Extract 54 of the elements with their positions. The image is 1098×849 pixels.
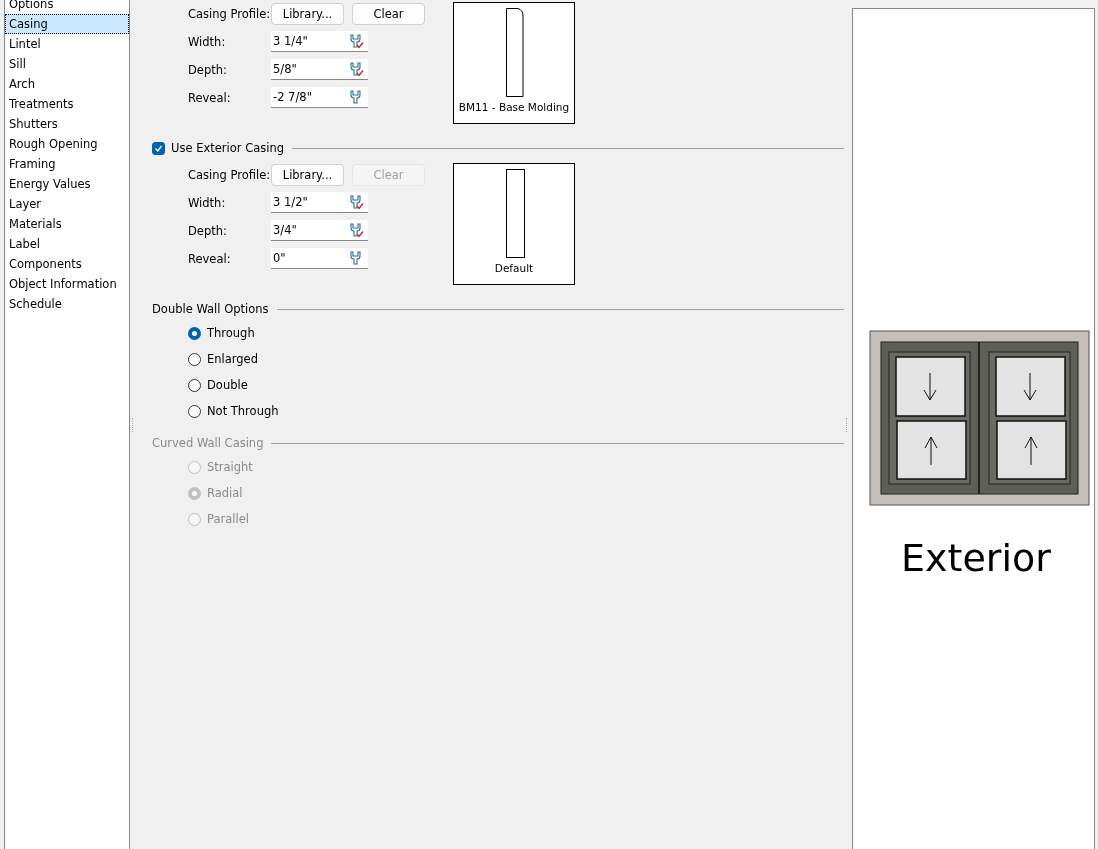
splitter-grip[interactable] (846, 417, 850, 432)
input-field[interactable]: 3/4" (271, 220, 368, 241)
input-field[interactable]: 0" (271, 248, 368, 269)
input-field[interactable]: 5/8" (271, 59, 368, 80)
radio-button[interactable] (188, 404, 201, 418)
library-button[interactable]: Library... (271, 2, 344, 25)
input-field[interactable]: -2 7/8" (271, 87, 368, 108)
input-field[interactable]: 3 1/4" (271, 31, 368, 52)
sidebar-item[interactable]: Layer (5, 194, 129, 214)
sidebar-item[interactable]: Casing (5, 14, 129, 34)
radio-label: Through (207, 326, 255, 340)
section-title: Double Wall Options (152, 302, 269, 316)
field-label: Reveal: (188, 251, 232, 266)
checkmark-icon (154, 143, 163, 153)
clear-button[interactable]: Clear (352, 2, 425, 25)
field-label: Width: (188, 34, 227, 49)
sidebar-item[interactable]: Schedule (5, 294, 129, 314)
sidebar-item[interactable]: Framing (5, 154, 129, 174)
radio-label: Enlarged (207, 352, 258, 366)
sidebar-item[interactable]: Object Information (5, 274, 129, 294)
sidebar-item[interactable]: Treatments (5, 94, 129, 114)
preview-caption: Exterior (901, 536, 1051, 580)
radio-button[interactable] (188, 352, 201, 366)
sidebar-item[interactable]: Energy Values (5, 174, 129, 194)
sidebar-item[interactable]: Sill (5, 54, 129, 74)
sidebar-item[interactable]: Arch (5, 74, 129, 94)
radio-button[interactable] (188, 326, 201, 340)
field-label: Depth: (188, 223, 228, 238)
field-label: Depth: (188, 62, 228, 77)
radio-label: Double (207, 378, 248, 392)
splitter-grip[interactable] (132, 417, 136, 432)
checkbox[interactable] (152, 141, 165, 155)
profile-name: BM11 - Base Molding (458, 101, 570, 113)
sidebar-item[interactable]: Rough Opening (5, 134, 129, 154)
radio-label: Parallel (207, 512, 249, 526)
profile-name: Default (494, 262, 534, 274)
input-field[interactable]: 3 1/2" (271, 192, 368, 213)
sidebar-item[interactable]: Materials (5, 214, 129, 234)
field-label: Casing Profile: (188, 6, 271, 21)
section-title: Curved Wall Casing (152, 436, 264, 450)
field-label: Casing Profile: (188, 167, 271, 182)
sidebar-item[interactable]: Lintel (5, 34, 129, 54)
sidebar-item[interactable]: Label (5, 234, 129, 254)
sidebar-item[interactable]: Shutters (5, 114, 129, 134)
sidebar-item[interactable]: Components (5, 254, 129, 274)
radio-label: Not Through (207, 404, 279, 418)
checkbox-label: Use Exterior Casing (171, 141, 284, 155)
sidebar-item[interactable]: Options (5, 0, 129, 14)
field-label: Width: (188, 195, 227, 210)
radio-button[interactable] (188, 378, 201, 392)
radio-label: Straight (207, 460, 253, 474)
library-button[interactable]: Library... (271, 163, 344, 186)
radio-label: Radial (207, 486, 243, 500)
field-label: Reveal: (188, 90, 232, 105)
